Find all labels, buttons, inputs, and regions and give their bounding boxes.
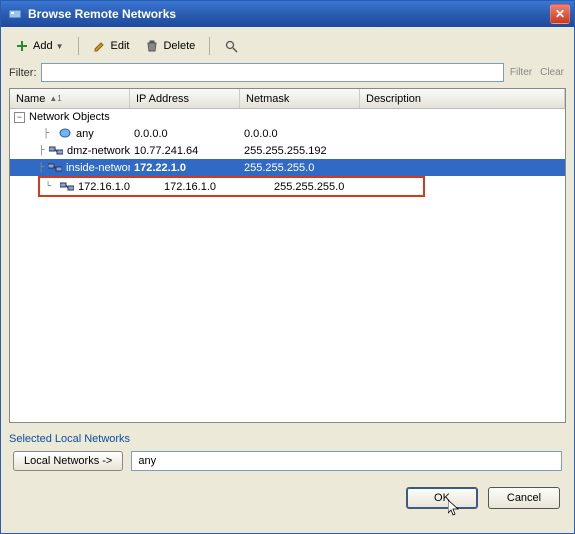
close-button[interactable]: ✕ [550,4,570,24]
col-header-netmask[interactable]: Netmask [240,89,360,108]
row-name: 172.16.1.0 [78,181,130,193]
col-header-description[interactable]: Description [360,89,565,108]
toolbar: Add ▼ Edit Delete [9,33,566,63]
close-icon: ✕ [555,7,565,21]
ok-button[interactable]: OK [406,487,478,509]
col-header-ip[interactable]: IP Address [130,89,240,108]
add-button[interactable]: Add ▼ [9,37,70,55]
col-header-name[interactable]: Name ▲1 [10,89,130,108]
edit-button[interactable]: Edit [87,37,136,55]
row-name: dmz-network [67,145,130,157]
add-label: Add [33,40,53,52]
delete-label: Delete [163,40,195,52]
trash-icon [145,39,159,53]
row-ip: 172.16.1.0 [160,181,270,193]
group-row-network-objects[interactable]: − Network Objects [10,109,565,125]
toolbar-separator [209,37,210,55]
net-icon [49,145,63,157]
dialog-buttons: OK Cancel [9,487,566,509]
net-icon [48,162,62,174]
table-body: − Network Objects ├ any 0.0.0.00.0.0.0 ├ dmz… [10,109,565,197]
row-netmask: 255.255.255.0 [240,162,360,174]
filter-input[interactable] [41,63,504,82]
magnifier-icon [224,39,238,53]
selected-networks-input[interactable] [131,451,562,471]
row-netmask: 255.255.255.192 [240,145,360,157]
sort-indicator: ▲1 [49,94,61,103]
selected-networks-section: Selected Local Networks Local Networks -… [9,433,566,471]
any-icon [58,128,72,140]
window-title: Browse Remote Networks [28,7,550,21]
row-ip: 0.0.0.0 [130,128,240,140]
cancel-button[interactable]: Cancel [488,487,560,509]
edit-label: Edit [111,40,130,52]
find-button[interactable] [218,37,248,55]
selected-networks-label: Selected Local Networks [9,433,566,445]
row-ip: 10.77.241.64 [130,145,240,157]
tree-line: ├ [38,128,54,139]
delete-button[interactable]: Delete [139,37,201,55]
group-label: Network Objects [29,111,110,123]
table-header: Name ▲1 IP Address Netmask Description [10,89,565,109]
row-netmask: 0.0.0.0 [240,128,360,140]
pencil-icon [93,39,107,53]
filter-label: Filter: [9,67,37,79]
dropdown-caret-icon: ▼ [56,42,64,51]
row-netmask: 255.255.255.0 [270,181,390,193]
row-name: any [76,128,94,140]
filter-row: Filter: Filter Clear [9,63,566,82]
filter-clear-link: Clear [538,67,566,78]
row-name: inside-network [66,162,130,174]
network-table: Name ▲1 IP Address Netmask Description −… [9,88,566,423]
app-icon [7,6,23,22]
plus-icon [15,39,29,53]
filter-apply-link: Filter [508,67,534,78]
table-row[interactable]: ├ any 0.0.0.00.0.0.0 [10,125,565,142]
table-row[interactable]: ├ inside-network172.22.1.0255.255.255.0 [10,159,565,176]
table-row[interactable]: ├ dmz-network10.77.241.64255.255.255.192 [10,142,565,159]
local-networks-button[interactable]: Local Networks -> [13,451,123,471]
tree-line: ├ [38,162,44,173]
net-icon [60,181,74,193]
title-bar: Browse Remote Networks ✕ [1,1,574,27]
tree-line: └ [40,181,56,192]
highlighted-row: └172.16.1.0172.16.1.0255.255.255.0 [38,176,425,197]
tree-line: ├ [38,145,45,156]
toolbar-separator [78,37,79,55]
collapse-icon[interactable]: − [14,112,25,123]
table-row[interactable]: └172.16.1.0172.16.1.0255.255.255.0 [40,178,423,195]
row-ip: 172.22.1.0 [130,162,240,174]
